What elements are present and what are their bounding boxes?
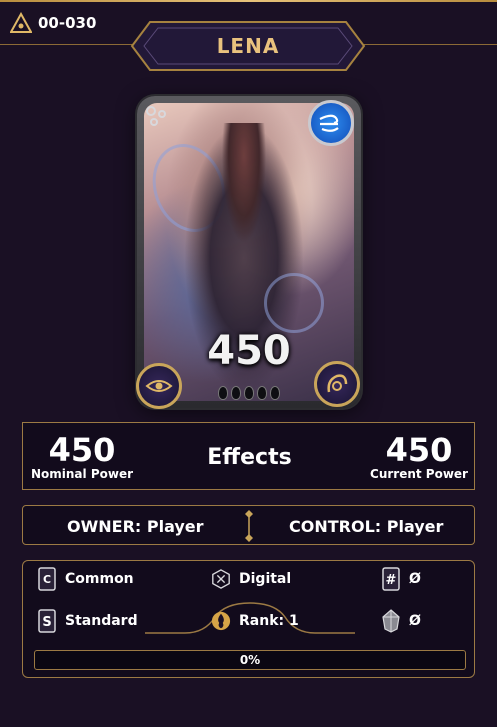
card-name: LENA bbox=[216, 34, 280, 58]
pip-5 bbox=[270, 386, 280, 400]
rank-flame-icon bbox=[211, 609, 231, 633]
card-code-text: 00-030 bbox=[38, 14, 97, 32]
magic-orb bbox=[264, 273, 324, 333]
pip-2 bbox=[231, 386, 241, 400]
eye-button[interactable] bbox=[136, 363, 182, 409]
svg-text:C: C bbox=[43, 573, 51, 586]
rarity-item: C Common bbox=[37, 567, 134, 591]
owner-text: OWNER: Player bbox=[67, 516, 204, 536]
top-frame-line bbox=[0, 0, 497, 2]
format-item: S Standard bbox=[37, 609, 138, 633]
pip-4 bbox=[257, 386, 267, 400]
ownership-divider-icon bbox=[245, 510, 253, 542]
corner-ornament-icon bbox=[146, 106, 166, 126]
progress-label: 0% bbox=[239, 653, 261, 667]
card-code: 00-030 bbox=[10, 10, 96, 36]
svg-text:#: # bbox=[386, 573, 397, 588]
current-power-label: Current Power bbox=[370, 466, 468, 481]
current-power: 450 Current Power bbox=[366, 423, 472, 491]
rank-item: Rank: 1 bbox=[211, 609, 299, 633]
nominal-power-label: Nominal Power bbox=[30, 466, 134, 481]
hash-icon: # bbox=[381, 567, 401, 591]
nominal-power: 450 Nominal Power bbox=[27, 423, 137, 491]
pip-3 bbox=[244, 386, 254, 400]
crystal-item: Ø bbox=[381, 609, 421, 633]
serial-item: # Ø bbox=[381, 567, 421, 591]
wind-element-icon[interactable] bbox=[308, 100, 354, 146]
nominal-power-value: 450 bbox=[48, 430, 116, 469]
crystal-label: Ø bbox=[409, 613, 421, 629]
eye-icon bbox=[145, 380, 173, 392]
format-label: Standard bbox=[65, 613, 138, 629]
current-power-value: 450 bbox=[385, 430, 453, 469]
rank-label: Rank: 1 bbox=[239, 613, 299, 629]
standard-s-icon: S bbox=[37, 609, 57, 633]
effects-tab[interactable]: Effects bbox=[173, 423, 326, 491]
control-text: CONTROL: Player bbox=[289, 516, 444, 536]
triangle-eye-icon bbox=[10, 12, 32, 33]
serial-label: Ø bbox=[409, 571, 421, 587]
progress-bar: 0% bbox=[34, 650, 466, 670]
ownership-panel: OWNER: Player CONTROL: Player bbox=[22, 505, 475, 545]
power-stats-panel: 450 Nominal Power Effects 450 Current Po… bbox=[22, 422, 475, 490]
rarity-card-icon: C bbox=[37, 567, 57, 591]
rarity-label: Common bbox=[65, 571, 134, 587]
pip-1 bbox=[218, 386, 228, 400]
medium-label: Digital bbox=[239, 571, 292, 587]
level-pips bbox=[210, 386, 288, 404]
horn-icon bbox=[327, 374, 348, 393]
crystal-icon bbox=[381, 609, 401, 633]
horn-button[interactable] bbox=[314, 361, 360, 407]
digital-icon bbox=[211, 567, 231, 591]
medium-item: Digital bbox=[211, 567, 291, 591]
svg-text:S: S bbox=[42, 615, 51, 630]
card-name-plate: LENA bbox=[128, 18, 368, 74]
